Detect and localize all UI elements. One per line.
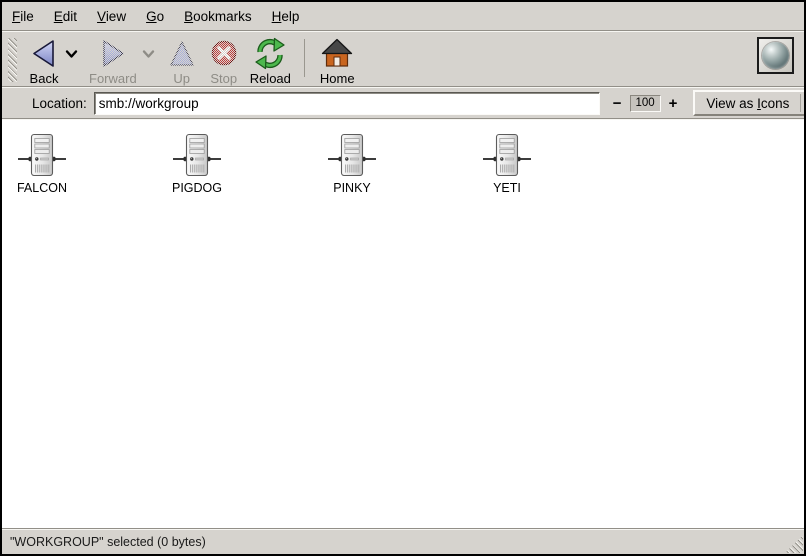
up-icon — [166, 37, 198, 70]
reload-button[interactable]: Reload — [245, 36, 296, 87]
location-bar: Location: − 100 + View as Icons — [2, 88, 804, 118]
forward-history-dropdown[interactable] — [142, 49, 155, 59]
stop-icon — [208, 37, 240, 70]
zoom-out-button[interactable]: − — [609, 96, 626, 111]
server-item-falcon[interactable]: FALCON — [2, 132, 82, 195]
toolbar-drag-handle[interactable] — [8, 38, 17, 82]
menu-edit[interactable]: Edit — [44, 5, 87, 28]
stop-label: Stop — [210, 71, 237, 86]
menu-go[interactable]: Go — [136, 5, 174, 28]
view-as-selector[interactable]: View as Icons — [693, 90, 806, 116]
stop-button[interactable]: Stop — [203, 36, 245, 87]
menu-file[interactable]: File — [2, 5, 44, 28]
server-label: PIGDOG — [172, 181, 222, 195]
up-button[interactable]: Up — [161, 36, 203, 87]
menu-help[interactable]: Help — [262, 5, 310, 28]
server-icon — [18, 132, 66, 178]
forward-icon — [97, 37, 129, 70]
throbber-sphere-icon — [762, 42, 789, 69]
reload-icon — [254, 37, 286, 70]
chevron-down-icon — [142, 49, 155, 59]
view-as-label: View as Icons — [695, 92, 800, 114]
home-button[interactable]: Home — [315, 36, 360, 87]
statusbar: "WORKGROUP" selected (0 bytes) — [2, 530, 804, 554]
server-label: PINKY — [333, 181, 371, 195]
dropdown-arrow-icon — [801, 92, 806, 114]
home-label: Home — [320, 71, 355, 86]
nautilus-throbber — [757, 37, 794, 74]
status-text: "WORKGROUP" selected (0 bytes) — [10, 535, 206, 549]
server-icon — [483, 132, 531, 178]
back-label: Back — [30, 71, 59, 86]
server-item-pinky[interactable]: PINKY — [312, 132, 392, 195]
server-item-yeti[interactable]: YETI — [467, 132, 547, 195]
menu-bookmarks[interactable]: Bookmarks — [174, 5, 262, 28]
toolbar-separator — [304, 39, 305, 77]
server-icon — [328, 132, 376, 178]
location-input[interactable] — [94, 92, 600, 115]
server-label: FALCON — [17, 181, 67, 195]
back-history-dropdown[interactable] — [65, 49, 78, 59]
back-icon — [28, 37, 60, 70]
forward-label: Forward — [89, 71, 137, 86]
zoom-in-button[interactable]: + — [665, 96, 682, 111]
icon-view: FALCON P — [2, 120, 804, 528]
up-label: Up — [173, 71, 190, 86]
toolbar: Back Forward Up — [2, 32, 804, 86]
forward-button[interactable]: Forward — [84, 36, 142, 87]
menu-view[interactable]: View — [87, 5, 136, 28]
server-label: YETI — [493, 181, 521, 195]
home-icon — [321, 37, 353, 70]
zoom-level-indicator: 100 — [630, 95, 661, 112]
server-item-pigdog[interactable]: PIGDOG — [157, 132, 237, 195]
reload-label: Reload — [250, 71, 291, 86]
chevron-down-icon — [65, 49, 78, 59]
window-resize-grip[interactable] — [785, 535, 803, 553]
server-icon — [173, 132, 221, 178]
nautilus-window: File Edit View Go Bookmarks Help Back Fo… — [0, 0, 806, 556]
location-label: Location: — [32, 96, 87, 111]
menubar: File Edit View Go Bookmarks Help — [2, 2, 804, 30]
back-button[interactable]: Back — [23, 36, 65, 87]
